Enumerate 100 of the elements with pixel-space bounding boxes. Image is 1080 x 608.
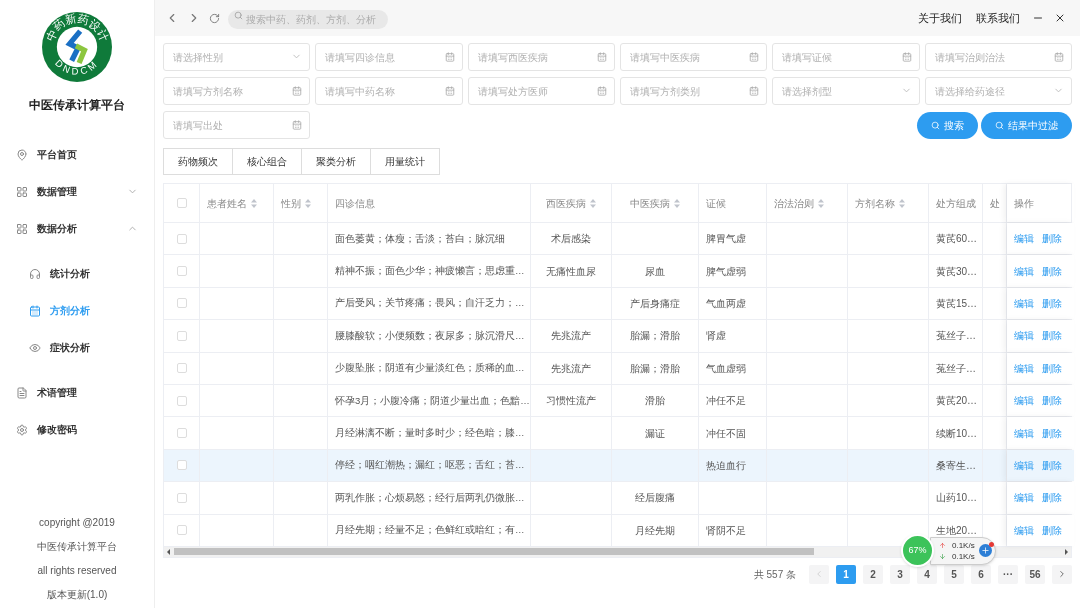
input-field[interactable]: 请填写西医疾病	[467, 43, 615, 71]
table-row[interactable]: 精神不振；面色少华；神疲懒言；思虑重… 无痛性血尿 尿血 脾气虚弱 黄芪30… 编辑 删除	[164, 255, 1071, 288]
sidebar-item[interactable]: 方剂分析	[0, 292, 154, 329]
checkbox[interactable]	[176, 492, 187, 503]
column-header[interactable]: 治法治则	[774, 195, 814, 211]
input-field[interactable]: 请填写方剂类别	[620, 77, 768, 105]
input-field[interactable]: 请填写四诊信息	[315, 43, 463, 71]
sidebar-item[interactable]: 数据管理	[0, 173, 154, 210]
input-field[interactable]: 请填写处方医师	[467, 77, 615, 105]
search-button[interactable]: 结果中过滤	[981, 111, 1072, 139]
scroll-right-icon[interactable]	[1063, 548, 1069, 555]
checkbox[interactable]	[176, 233, 187, 244]
checkbox[interactable]	[176, 525, 187, 536]
close-icon[interactable]	[1054, 12, 1066, 24]
checkbox[interactable]	[176, 298, 187, 309]
table-row[interactable]: 产后受风；关节疼痛；畏风；自汗乏力；… 产后身痛症 气血两虚 黄芪15… 编辑 删除	[164, 287, 1071, 321]
edit-link[interactable]: 编辑	[1014, 393, 1034, 409]
edit-link[interactable]: 编辑	[1014, 263, 1034, 279]
checkbox[interactable]	[176, 198, 187, 208]
delete-link[interactable]: 删除	[1042, 457, 1062, 473]
page-button[interactable]: 2	[863, 564, 883, 584]
column-header[interactable]: 方剂名称	[855, 195, 895, 211]
delete-link[interactable]: 删除	[1042, 425, 1062, 441]
checkbox[interactable]	[176, 363, 187, 374]
sidebar-item[interactable]: 症状分析	[0, 329, 154, 366]
checkbox[interactable]	[176, 460, 187, 471]
select-field[interactable]: 请选择性别	[163, 43, 311, 71]
page-button[interactable]: 56	[1025, 564, 1045, 584]
checkbox[interactable]	[176, 428, 187, 439]
column-header[interactable]: 西医疾病	[546, 195, 586, 211]
delete-link[interactable]: 删除	[1042, 522, 1062, 538]
scroll-left-icon[interactable]	[166, 548, 172, 555]
edit-link[interactable]: 编辑	[1014, 457, 1034, 473]
input-field[interactable]: 请填写中医疾病	[620, 43, 768, 71]
delete-link[interactable]: 删除	[1042, 231, 1062, 247]
tab[interactable]: 药物频次	[163, 148, 233, 175]
delete-link[interactable]: 删除	[1042, 490, 1062, 506]
table-row[interactable]: 腰膝酸软；小便频数；夜尿多；脉沉滑尺… 先兆流产 胎漏；滑胎 肾虚 菟丝子… 编辑 删除	[164, 320, 1071, 353]
edit-link[interactable]: 编辑	[1014, 425, 1034, 441]
checkbox[interactable]	[176, 395, 187, 406]
sort-icon[interactable]	[899, 198, 905, 208]
table-row[interactable]: 两乳作胀；心烦易怒；经行后两乳仍微胀… 经后腹痛 山药10… 编辑 删除	[164, 482, 1071, 515]
calendar-icon	[292, 86, 303, 96]
page-button[interactable]: 4	[917, 564, 937, 584]
plus-icon[interactable]	[978, 544, 992, 557]
nav-link[interactable]: 关于我们	[918, 9, 962, 27]
checkbox[interactable]	[176, 330, 187, 341]
input-field[interactable]: 请填写治则治法	[924, 43, 1072, 71]
sidebar-item[interactable]: 数据分析	[0, 210, 154, 247]
table-row[interactable]: 怀孕3月；小腹冷痛；阴道少量出血；色黯… 习惯性流产 滑胎 冲任不足 黄芪20… 编辑 删除	[164, 384, 1071, 418]
input-field[interactable]: 请填写证候	[772, 43, 920, 71]
sort-icon[interactable]	[251, 198, 257, 208]
sort-icon[interactable]	[590, 198, 596, 208]
input-field[interactable]: 请填写方剂名称	[163, 77, 311, 105]
edit-link[interactable]: 编辑	[1014, 231, 1034, 247]
sidebar-item[interactable]: 修改密码	[0, 411, 154, 448]
delete-link[interactable]: 删除	[1042, 360, 1062, 376]
scrollbar-thumb[interactable]	[174, 548, 814, 556]
sort-icon[interactable]	[305, 198, 311, 208]
page-button[interactable]: 3	[890, 564, 910, 584]
search-button[interactable]: 搜索	[917, 111, 978, 139]
table-row[interactable]: 月经淋漓不断；量时多时少；经色暗；膝… 漏证 冲任不固 续断10… 编辑 删除	[164, 417, 1071, 450]
delete-link[interactable]: 删除	[1042, 295, 1062, 311]
delete-link[interactable]: 删除	[1042, 393, 1062, 409]
chevron-left-icon	[814, 569, 824, 580]
table-row[interactable]: 停经；咽红潮热；漏红；呕恶；舌红；苔… 热迫血行 桑寄生… 编辑 删除	[164, 449, 1071, 483]
input-field[interactable]: 请填写出处	[163, 111, 311, 139]
page-button[interactable]: 6	[971, 564, 991, 584]
select-field[interactable]: 请选择给药途径	[924, 77, 1072, 105]
column-header[interactable]: 患者姓名	[207, 195, 247, 211]
column-header[interactable]: 性别	[281, 195, 301, 211]
edit-link[interactable]: 编辑	[1014, 490, 1034, 506]
horizontal-scrollbar[interactable]	[164, 546, 1071, 557]
sidebar-item[interactable]: 术语管理	[0, 374, 154, 411]
column-header[interactable]: 中医疾病	[630, 195, 670, 211]
select-field[interactable]: 请选择剂型	[772, 77, 920, 105]
edit-link[interactable]: 编辑	[1014, 328, 1034, 344]
calendar-icon	[444, 86, 455, 96]
sidebar-item[interactable]: 统计分析	[0, 255, 154, 292]
sort-icon[interactable]	[818, 198, 824, 208]
previous-page-button[interactable]	[809, 564, 829, 584]
edit-link[interactable]: 编辑	[1014, 522, 1034, 538]
edit-link[interactable]: 编辑	[1014, 360, 1034, 376]
page-button[interactable]: 1	[836, 564, 856, 584]
tab[interactable]: 聚类分析	[302, 148, 371, 175]
tab[interactable]: 核心组合	[233, 148, 302, 175]
table-row[interactable]: 面色萎黄；体瘦；舌淡；苔白；脉沉细 术后感染 脾胃气虚 黄芪60… 编辑 删除	[164, 223, 1071, 256]
sort-icon[interactable]	[674, 198, 680, 208]
checkbox[interactable]	[176, 266, 187, 277]
delete-link[interactable]: 删除	[1042, 263, 1062, 279]
page-button[interactable]: ···	[998, 564, 1018, 584]
input-field[interactable]: 请填写中药名称	[315, 77, 463, 105]
edit-link[interactable]: 编辑	[1014, 295, 1034, 311]
sidebar-item[interactable]: 平台首页	[0, 136, 154, 173]
delete-link[interactable]: 删除	[1042, 328, 1062, 344]
tab[interactable]: 用量统计	[371, 148, 440, 175]
nav-link[interactable]: 联系我们	[976, 9, 1020, 27]
table-row[interactable]: 少腹坠胀；阴道有少量淡红色；质稀的血… 先兆流产 胎漏；滑胎 气血虚弱 菟丝子… 编辑 删除	[164, 352, 1071, 385]
next-page-button[interactable]	[1052, 564, 1072, 584]
refresh-icon[interactable]	[209, 12, 220, 24]
